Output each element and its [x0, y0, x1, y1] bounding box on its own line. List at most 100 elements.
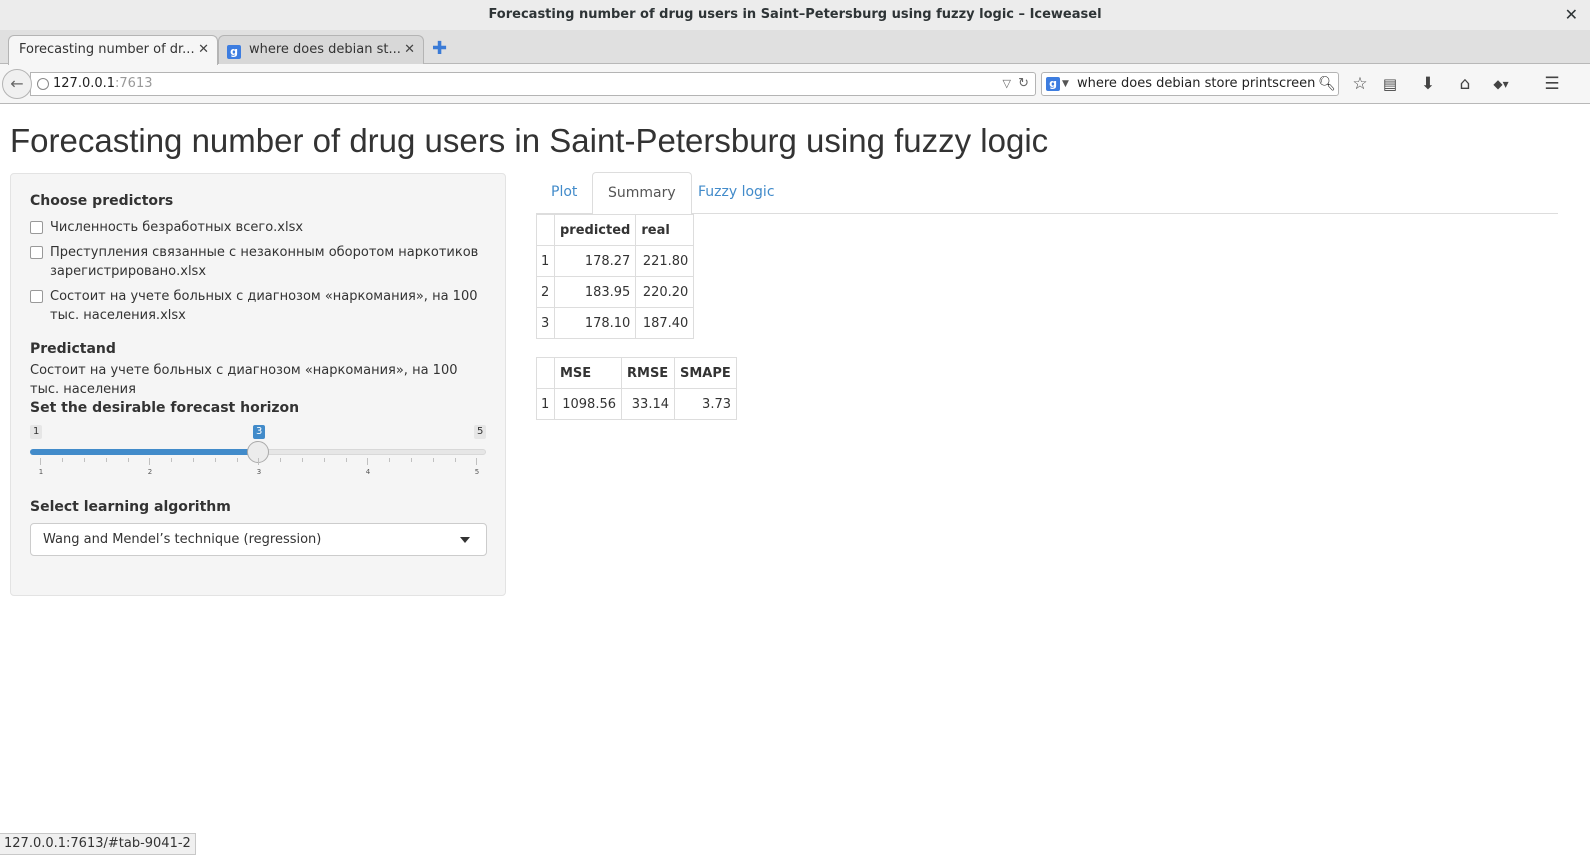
- slider-tick-label: 3: [256, 468, 262, 476]
- table-cell: 220.20: [635, 276, 695, 308]
- metrics-table: MSE RMSE SMAPE 1 1098.56 33.14 3.73: [536, 357, 737, 420]
- url-bar[interactable]: 127.0.0.1:7613 ▽ ↻: [30, 72, 1036, 96]
- bookmark-star-icon[interactable]: ☆: [1349, 72, 1371, 96]
- predictand-heading: Predictand: [30, 341, 116, 357]
- slider-tick: [215, 458, 216, 462]
- engine-caret-icon[interactable]: ▼: [1062, 73, 1069, 95]
- predictions-table: predicted real 1 178.27 221.80 2 183.95 …: [536, 214, 695, 339]
- tab-close-icon[interactable]: ✕: [404, 36, 415, 64]
- reload-icon[interactable]: ↻: [1018, 73, 1029, 95]
- downloads-icon[interactable]: ⬇: [1417, 72, 1439, 96]
- slider-tick: [324, 458, 325, 462]
- slider-tick: [455, 458, 456, 462]
- browser-navbar: 127.0.0.1:7613 ▽ ↻ ← g ▼ where does debi…: [0, 64, 1590, 104]
- table-cell: 178.10: [553, 307, 637, 339]
- checkbox-label: Состоит на учете больных с диагнозом «на…: [50, 289, 478, 323]
- slider-tick: [171, 458, 172, 462]
- algorithm-select[interactable]: Wang and Mendel’s technique (regression): [30, 523, 487, 556]
- slider-tick: [106, 458, 107, 462]
- new-tab-plus-icon[interactable]: ✚: [432, 38, 447, 59]
- slider-tick: [433, 458, 434, 462]
- checkbox-box[interactable]: [30, 290, 43, 303]
- checkbox-label: Преступления связанные с незаконным обор…: [50, 245, 479, 279]
- status-bar: 127.0.0.1:7613/#tab-9041-2: [0, 833, 196, 855]
- table-cell: 178.27: [553, 245, 637, 277]
- google-favicon-icon: g: [227, 45, 241, 59]
- home-icon[interactable]: ⌂: [1454, 72, 1476, 96]
- table-cell: 1: [536, 245, 555, 277]
- slider-tick: [149, 458, 150, 465]
- algorithm-heading: Select learning algorithm: [30, 499, 231, 515]
- main-tabset: Plot Summary Fuzzy logic: [536, 172, 1558, 215]
- slider-tick: [411, 458, 412, 462]
- search-engine-icon[interactable]: g: [1046, 77, 1060, 91]
- addon-icon[interactable]: ◆▾: [1490, 72, 1512, 96]
- tab-label: Forecasting number of dr...: [19, 42, 195, 57]
- slider-min-label: 1: [30, 425, 43, 439]
- table-row: 2 183.95 220.20: [536, 276, 695, 308]
- slider-tick-label: 5: [474, 468, 480, 476]
- url-host: 127.0.0.1: [53, 76, 116, 91]
- table-header-cell: MSE: [554, 357, 622, 389]
- slider-tick-label: 1: [38, 468, 44, 476]
- checkbox-box[interactable]: [30, 221, 43, 234]
- slider-tick: [302, 458, 303, 462]
- table-cell: 187.40: [635, 307, 695, 339]
- page-title: Forecasting number of drug users in Sain…: [10, 122, 1049, 159]
- slider-tick: [237, 458, 238, 462]
- table-row: 1 1098.56 33.14 3.73: [536, 388, 737, 420]
- slider-max-label: 5: [474, 425, 487, 439]
- slider-tick: [84, 458, 85, 462]
- checkbox-label: Численность безработных всего.xlsx: [50, 220, 304, 235]
- tab-label: where does debian st...: [249, 42, 401, 57]
- predictor-checkbox-addicts[interactable]: Состоит на учете больных с диагнозом «на…: [30, 287, 490, 325]
- slider-tick: [476, 458, 477, 465]
- search-input-value: where does debian store printscreen: [1077, 76, 1316, 91]
- browser-tab-search[interactable]: g where does debian st... ✕: [218, 35, 424, 65]
- back-arrow-icon: ←: [10, 74, 24, 93]
- site-identity-icon[interactable]: [37, 78, 49, 90]
- hamburger-menu-icon[interactable]: ☰: [1541, 72, 1563, 96]
- browser-tab-forecasting[interactable]: Forecasting number of dr... ✕: [8, 35, 218, 65]
- url-history-dropdown-icon[interactable]: ▽: [1003, 73, 1011, 95]
- predictors-heading: Choose predictors: [30, 193, 174, 209]
- slider-tick: [389, 458, 390, 462]
- window-titlebar: Forecasting number of drug users in Sain…: [0, 0, 1590, 30]
- search-magnifier-icon[interactable]: 🔍︎: [1318, 75, 1336, 93]
- table-header-cell: [536, 357, 555, 389]
- tab-plot[interactable]: Plot: [536, 172, 592, 214]
- checkbox-box[interactable]: [30, 246, 43, 259]
- sidebar-panel: Choose predictors Численность безработны…: [10, 173, 506, 596]
- predictor-checkbox-unemployed[interactable]: Численность безработных всего.xlsx: [30, 218, 490, 237]
- bookmarks-menu-icon[interactable]: ▤: [1379, 72, 1401, 96]
- browser-tabstrip: Forecasting number of dr... ✕ g where doe…: [0, 30, 1590, 65]
- tab-close-icon[interactable]: ✕: [198, 36, 209, 64]
- table-header-cell: SMAPE: [674, 357, 737, 389]
- table-header-cell: RMSE: [621, 357, 675, 389]
- slider-tick-label: 4: [365, 468, 371, 476]
- predictor-checkbox-crimes[interactable]: Преступления связанные с незаконным обор…: [30, 243, 490, 281]
- table-cell: 221.80: [635, 245, 695, 277]
- caret-down-icon: [460, 537, 470, 543]
- table-cell: 3.73: [674, 388, 737, 420]
- table-cell: 1098.56: [554, 388, 622, 420]
- slider-tick: [40, 458, 41, 465]
- table-header-row: MSE RMSE SMAPE: [536, 357, 737, 389]
- slider-tick-label: 2: [147, 468, 153, 476]
- slider-tick: [128, 458, 129, 462]
- search-bar[interactable]: g ▼ where does debian store printscreen …: [1041, 72, 1339, 96]
- tab-fuzzy-logic[interactable]: Fuzzy logic: [683, 172, 790, 214]
- table-row: 1 178.27 221.80: [536, 245, 695, 277]
- slider-tick: [258, 458, 259, 465]
- window-close-icon[interactable]: ✕: [1565, 0, 1578, 30]
- slider-tick: [62, 458, 63, 462]
- forecast-horizon-slider[interactable]: 1 5 3 1 2 3 4 5: [30, 422, 488, 482]
- slider-tick: [280, 458, 281, 462]
- back-button[interactable]: ←: [2, 69, 32, 99]
- table-cell: 1: [536, 388, 555, 420]
- horizon-heading: Set the desirable forecast horizon: [30, 400, 300, 416]
- slider-fill: [30, 449, 258, 455]
- table-header-cell: [536, 214, 555, 246]
- table-cell: 2: [536, 276, 555, 308]
- tab-summary[interactable]: Summary: [592, 172, 692, 215]
